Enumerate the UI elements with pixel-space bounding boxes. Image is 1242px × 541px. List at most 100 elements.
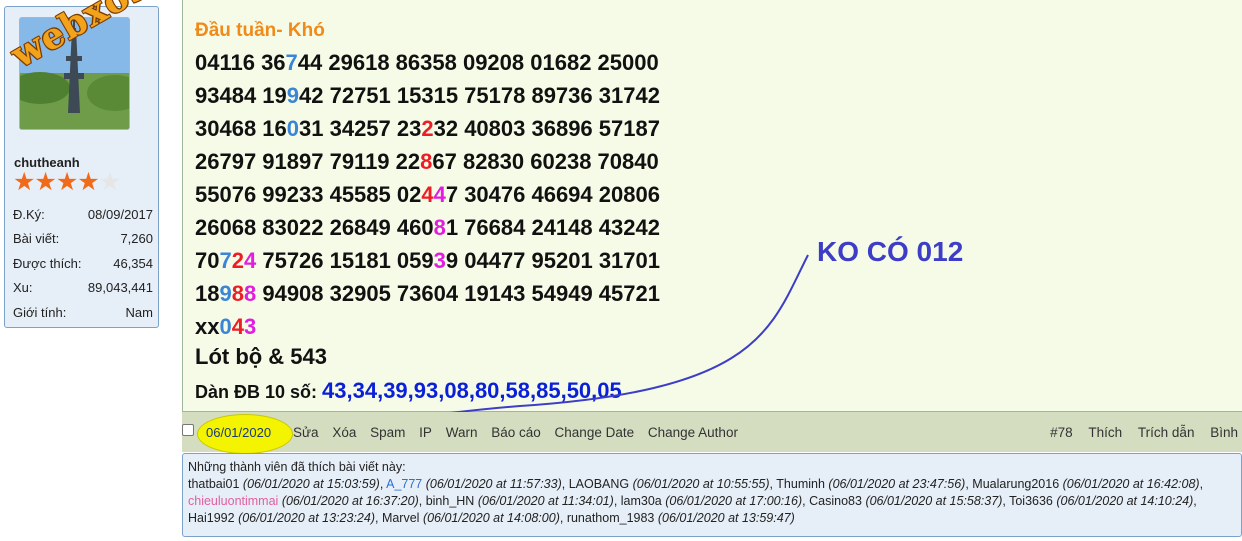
liker-name-link[interactable]: thatbai01: [188, 477, 239, 491]
like-link[interactable]: Thích: [1088, 425, 1122, 440]
liker-name-link[interactable]: lam30a: [621, 494, 662, 508]
reply-link[interactable]: Bình: [1210, 425, 1238, 440]
number-text: 42 72751 15315 75178 89736 31742: [299, 83, 660, 108]
number-line: xx043: [195, 310, 660, 343]
annotation-text: KO CÓ 012: [817, 236, 964, 267]
like-timestamp: (06/01/2020 at 11:57:33): [425, 477, 562, 491]
stat-label: Xu:: [13, 280, 33, 296]
number-text: 31 34257 23: [299, 116, 422, 141]
liker-name-link[interactable]: Thuminh: [776, 477, 825, 491]
number-text: 93484 19: [195, 83, 287, 108]
stat-value: 46,354: [113, 255, 153, 271]
highlighted-digit: 8: [231, 281, 244, 306]
stat-value: Nam: [125, 304, 153, 320]
highlighted-digit: 8: [433, 215, 446, 240]
like-timestamp: (06/01/2020 at 23:47:56): [828, 477, 966, 491]
highlighted-digit: 8: [420, 149, 433, 174]
user-rating-stars: ★★★★★: [13, 167, 121, 197]
stat-coins: Xu: 89,043,441: [13, 280, 153, 304]
spam-link[interactable]: Spam: [370, 425, 405, 440]
liker-name-link[interactable]: Mualarung2016: [972, 477, 1059, 491]
number-text: 67 82830 60238 70840: [432, 149, 659, 174]
highlighted-digit: 7: [219, 248, 232, 273]
change-date-link[interactable]: Change Date: [555, 425, 635, 440]
likes-heading: Những thành viên đã thích bài viết này:: [188, 460, 406, 474]
liker-name-link[interactable]: chieuluontimmai: [188, 494, 278, 508]
like-timestamp: (06/01/2020 at 13:23:24): [238, 511, 375, 525]
number-text: 32 40803 36896 57187: [433, 116, 660, 141]
highlighted-digit: 4: [231, 314, 244, 339]
warn-link[interactable]: Warn: [446, 425, 478, 440]
highlighted-digit: 3: [243, 314, 257, 339]
star-icon: ★: [34, 168, 56, 196]
post-title: Đầu tuần- Khó: [195, 20, 325, 41]
like-timestamp: (06/01/2020 at 16:42:08): [1062, 477, 1200, 491]
number-text: 44 29618 86358 09208 01682 25000: [297, 50, 659, 75]
stat-label: Được thích:: [13, 255, 82, 271]
quote-link[interactable]: Trích dẫn: [1138, 425, 1195, 440]
post-content: Đầu tuần- Khó 04116 36744 29618 86358 09…: [182, 0, 1242, 412]
stat-likes: Được thích: 46,354: [13, 256, 153, 280]
post-action-bar: 06/01/2020 Sửa Xóa Spam IP Warn Báo cáo …: [182, 412, 1242, 454]
number-text: 75726 15181 059: [256, 248, 434, 273]
number-text: 70: [195, 248, 220, 273]
highlighted-digit: 4: [243, 248, 257, 273]
like-timestamp: (06/01/2020 at 10:55:55): [632, 477, 770, 491]
number-line: 93484 19942 72751 15315 75178 89736 3174…: [195, 79, 660, 112]
change-author-link[interactable]: Change Author: [648, 425, 738, 440]
stat-gender: Giới tính: Nam: [13, 305, 153, 329]
likes-list: thatbai01 (06/01/2020 at 15:03:59), A_77…: [188, 477, 1204, 525]
liker-name-link[interactable]: runathom_1983: [567, 511, 655, 525]
stat-label: Đ.Ký:: [13, 207, 45, 222]
stat-join-date: Đ.Ký: 08/09/2017: [13, 207, 153, 231]
highlighted-digit: 3: [433, 248, 446, 273]
post-number-link[interactable]: #78: [1050, 425, 1073, 440]
number-text: 1 76684 24148 43242: [445, 215, 660, 240]
number-text: 7 30476 46694 20806: [445, 182, 660, 207]
delete-link[interactable]: Xóa: [332, 425, 356, 440]
number-line: 04116 36744 29618 86358 09208 01682 2500…: [195, 46, 660, 79]
dan-values: 43,34,39,93,08,80,58,85,50,05: [322, 378, 622, 403]
like-timestamp: (06/01/2020 at 11:34:01): [477, 494, 614, 508]
highlighted-digit: 0: [219, 314, 232, 339]
highlighted-digit: 9: [286, 83, 300, 108]
liker-name-link[interactable]: Hai1992: [188, 511, 235, 525]
dan-line: Dàn ĐB 10 số: 43,34,39,93,08,80,58,85,50…: [195, 378, 622, 404]
liker-name-link[interactable]: A_777: [386, 477, 422, 491]
stat-label: Giới tính:: [13, 304, 67, 320]
number-line: 18988 94908 32905 73604 19143 54949 4572…: [195, 277, 660, 310]
number-text: 94908 32905 73604 19143 54949 45721: [256, 281, 660, 306]
number-text: 26068 83022 26849 460: [195, 215, 434, 240]
number-text: 9 04477 95201 31701: [445, 248, 660, 273]
star-empty-icon: ★: [98, 168, 121, 196]
select-post-checkbox[interactable]: [182, 424, 194, 436]
user-stats: Đ.Ký: 08/09/2017 Bài viết: 7,260 Được th…: [13, 207, 153, 329]
ip-link[interactable]: IP: [419, 425, 432, 440]
number-grid: 04116 36744 29618 86358 09208 01682 2500…: [195, 46, 660, 343]
number-text: 18: [195, 281, 220, 306]
number-line: 55076 99233 45585 02447 30476 46694 2080…: [195, 178, 660, 211]
liker-name-link[interactable]: Toi3636: [1009, 494, 1053, 508]
edit-link[interactable]: Sửa: [293, 425, 319, 440]
like-timestamp: (06/01/2020 at 15:03:59): [242, 477, 380, 491]
stat-value: 7,260: [120, 231, 153, 247]
liker-name-link[interactable]: Casino83: [809, 494, 862, 508]
liker-name-link[interactable]: LAOBANG: [569, 477, 629, 491]
like-timestamp: (06/01/2020 at 13:59:47): [657, 511, 795, 525]
number-line: 30468 16031 34257 23232 40803 36896 5718…: [195, 112, 660, 145]
post-date[interactable]: 06/01/2020: [206, 425, 271, 440]
liker-name-link[interactable]: binh_HN: [426, 494, 475, 508]
lot-line: Lót bộ & 543: [195, 344, 328, 369]
highlighted-digit: 2: [421, 116, 434, 141]
like-timestamp: (06/01/2020 at 14:08:00): [422, 511, 560, 525]
liker-name-link[interactable]: Marvel: [382, 511, 420, 525]
highlighted-digit: 7: [285, 50, 298, 75]
highlighted-digit: 8: [243, 281, 257, 306]
highlighted-digit: 0: [286, 116, 300, 141]
report-link[interactable]: Báo cáo: [491, 425, 541, 440]
moderation-actions: Sửa Xóa Spam IP Warn Báo cáo Change Date…: [293, 425, 748, 440]
star-icon: ★: [55, 168, 78, 196]
star-icon: ★: [13, 168, 35, 196]
highlighted-digit: 4: [421, 182, 434, 207]
number-text: 30468 16: [195, 116, 287, 141]
